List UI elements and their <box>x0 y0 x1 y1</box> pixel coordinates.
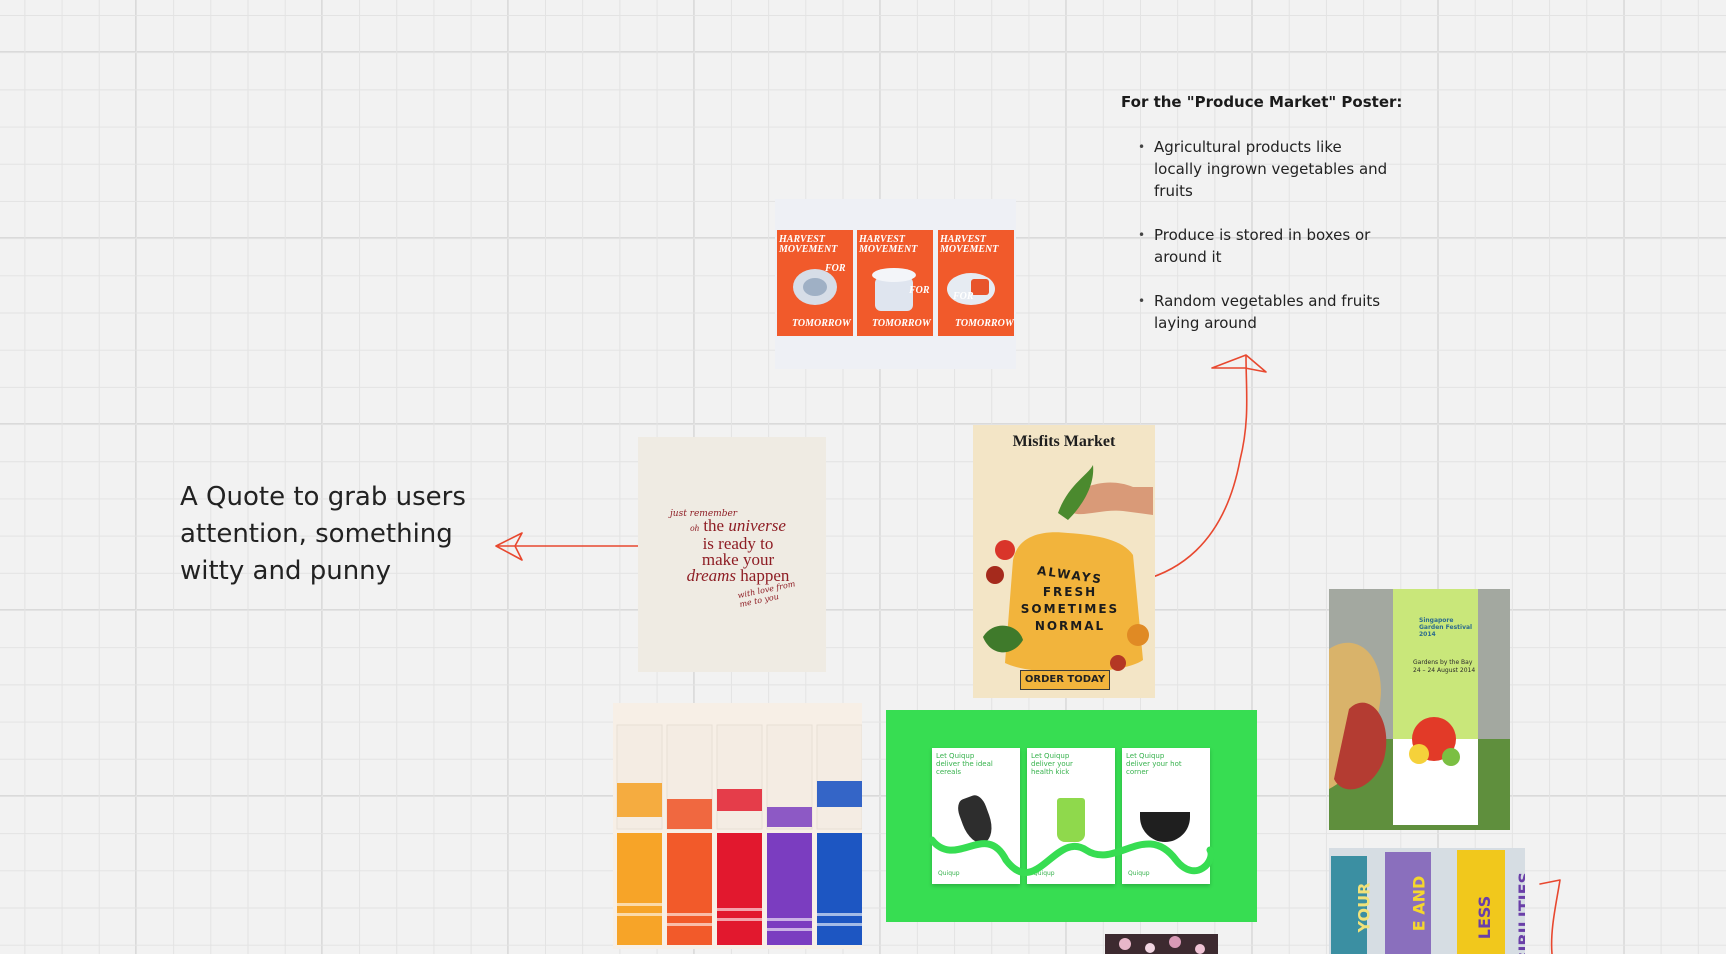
harvest-for: FOR <box>909 285 930 296</box>
universe-oh: oh <box>690 523 700 533</box>
harvest-line2: MOVEMENT <box>940 244 999 255</box>
harvest-for: FOR <box>825 263 846 274</box>
harvest-line2: MOVEMENT <box>779 244 838 255</box>
banner-text: E AND <box>1409 875 1429 932</box>
universe-word: universe <box>728 516 786 535</box>
garden-festival-photo[interactable]: Singapore Garden Festival 2014 Gardens b… <box>1329 589 1510 830</box>
misfits-bag-line4: NORMAL <box>1034 619 1106 633</box>
festival-dates: 24 – 24 August 2014 <box>1413 667 1476 674</box>
universe-dreams: dreams <box>686 566 737 585</box>
misfits-illustration <box>983 465 1153 673</box>
festival-title: Singapore Garden Festival 2014 <box>1419 617 1473 638</box>
harvest-tomorrow: TOMORROW <box>792 318 851 329</box>
flowers-photo[interactable] <box>1105 934 1218 954</box>
arrow-fragment <box>1539 879 1561 954</box>
harvest-tomorrow: TOMORROW <box>955 318 1014 329</box>
harvest-movement-image[interactable]: HARVEST MOVEMENT HARVEST MOVEMENT HARVES… <box>775 199 1016 369</box>
quiqup-ribbon <box>928 836 1215 877</box>
banner-text: LESS <box>1475 895 1495 940</box>
harvest-tomorrow: TOMORROW <box>872 318 931 329</box>
banner-text: YOUR <box>1354 882 1374 933</box>
arrow-head-up <box>1211 354 1267 373</box>
harvest-line2: MOVEMENT <box>859 244 918 255</box>
misfits-market-image[interactable]: Misfits Market ALWAYS FRESH SOMETIMES NO… <box>973 425 1155 698</box>
harvest-for: FOR <box>953 291 974 302</box>
whiteboard-canvas[interactable]: For the "Produce Market" Poster: Agricul… <box>0 0 1726 954</box>
universe-the: the <box>703 516 725 535</box>
misfits-bag-line3: SOMETIMES <box>1020 602 1120 616</box>
universe-quote-image[interactable]: just remember oh the universe is ready t… <box>638 437 826 672</box>
calendar-grid-image[interactable] <box>613 703 862 949</box>
festival-venue: Gardens by the Bay <box>1413 659 1473 666</box>
misfits-order-button: ORDER TODAY <box>1020 670 1110 690</box>
banner-text: SIBILITIES <box>1515 871 1525 954</box>
banners-photo[interactable]: YOUR E AND LESS SIBILITIES <box>1329 848 1525 954</box>
quiqup-posters-image[interactable]: Let Quiqup deliver the ideal cereals Qui… <box>886 710 1257 922</box>
